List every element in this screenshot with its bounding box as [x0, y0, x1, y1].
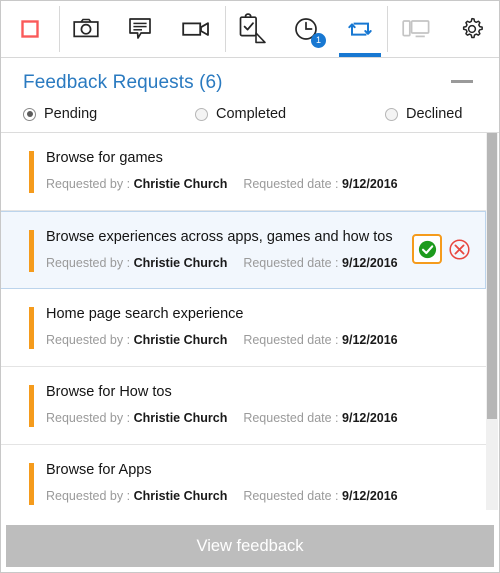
- requested-by-label: Requested by :: [46, 177, 131, 191]
- toolbar-group-capture: [59, 1, 225, 57]
- stop-recording-button[interactable]: [1, 1, 59, 57]
- camera-icon: [73, 18, 99, 38]
- requested-by-value: Christie Church: [133, 333, 228, 347]
- radio-mark-icon: [195, 107, 208, 121]
- feedback-requests-window: 1 Feedback Requests (6) Pending Complete…: [0, 0, 500, 573]
- status-filter-group: Pending Completed Declined: [1, 94, 499, 132]
- requested-by-value: Christie Church: [133, 411, 228, 425]
- list-item-body: Browse for Apps Requested by : Christie …: [29, 461, 486, 504]
- toolbar-group-recording: [1, 1, 59, 57]
- devices-button: [387, 1, 445, 57]
- list-item-actions: [412, 234, 473, 264]
- history-badge: 1: [311, 33, 326, 48]
- list-item[interactable]: Browse experiences across apps, games an…: [1, 211, 486, 289]
- requested-date-label: Requested date :: [243, 256, 339, 270]
- settings-button[interactable]: [445, 1, 499, 57]
- priority-bar-icon: [29, 307, 34, 349]
- view-feedback-button[interactable]: View feedback: [6, 525, 494, 567]
- record-video-button[interactable]: [167, 1, 225, 57]
- priority-bar-icon: [29, 463, 34, 505]
- screenshot-button[interactable]: [59, 1, 113, 57]
- stop-recording-icon: [21, 20, 39, 38]
- feedback-request-list-inner: Browse for games Requested by : Christie…: [1, 133, 486, 510]
- panel-header: Feedback Requests (6): [1, 58, 499, 94]
- decline-request-button[interactable]: [445, 235, 473, 263]
- list-item[interactable]: Home page search experience Requested by…: [1, 289, 486, 367]
- requested-date-value: 9/12/2016: [342, 411, 398, 425]
- filter-radio-completed[interactable]: Completed: [195, 106, 385, 122]
- list-item-title: Browse for How tos: [46, 384, 172, 400]
- feedback-request-icon: [348, 22, 372, 36]
- list-item[interactable]: Browse for How tos Requested by : Christ…: [1, 367, 486, 445]
- requested-by-value: Christie Church: [133, 256, 228, 270]
- filter-label-declined: Declined: [406, 106, 463, 122]
- list-item-meta: Requested by : Christie Church Requested…: [46, 488, 486, 504]
- comment-icon: [129, 18, 151, 39]
- requested-date-value: 9/12/2016: [342, 333, 398, 347]
- requested-by-label: Requested by :: [46, 411, 131, 425]
- devices-icon: [402, 20, 430, 38]
- requested-date-label: Requested date :: [243, 333, 339, 347]
- toolbar-group-system: [387, 1, 499, 57]
- list-item-title: Browse for games: [46, 150, 163, 166]
- requested-by-label: Requested by :: [46, 333, 131, 347]
- priority-bar-icon: [29, 385, 34, 427]
- radio-mark-icon: [23, 107, 36, 121]
- list-item-title: Browse for Apps: [46, 462, 152, 478]
- filter-label-pending: Pending: [44, 106, 98, 122]
- requested-by-label: Requested by :: [46, 489, 131, 503]
- requested-date-value: 9/12/2016: [342, 489, 398, 503]
- requested-date-value: 9/12/2016: [342, 256, 398, 270]
- check-circle-icon: [418, 240, 436, 258]
- accept-request-button[interactable]: [412, 234, 442, 264]
- priority-bar-icon: [29, 151, 34, 193]
- requested-date-label: Requested date :: [243, 489, 339, 503]
- video-camera-icon: [182, 22, 209, 36]
- feedback-requests-button[interactable]: [333, 1, 387, 57]
- requested-date-label: Requested date :: [243, 177, 339, 191]
- history-button[interactable]: 1: [279, 1, 333, 57]
- tasks-button[interactable]: [225, 1, 279, 57]
- clipboard-check-icon: [239, 13, 266, 44]
- x-circle-icon: [448, 238, 470, 260]
- list-item[interactable]: Browse for games Requested by : Christie…: [1, 133, 486, 211]
- list-item[interactable]: Browse for Apps Requested by : Christie …: [1, 445, 486, 510]
- list-scrollbar-thumb[interactable]: [487, 133, 497, 419]
- filter-label-completed: Completed: [216, 106, 287, 122]
- collapse-panel-button[interactable]: [451, 80, 473, 83]
- gear-icon: [462, 17, 483, 39]
- page-title: Feedback Requests (6): [23, 72, 223, 93]
- priority-bar-icon: [29, 230, 34, 272]
- main-toolbar: 1: [1, 1, 499, 58]
- requested-by-value: Christie Church: [133, 489, 228, 503]
- comment-button[interactable]: [113, 1, 167, 57]
- requested-date-value: 9/12/2016: [342, 177, 398, 191]
- list-item-title: Home page search experience: [46, 306, 244, 322]
- feedback-request-list: Browse for games Requested by : Christie…: [1, 132, 499, 510]
- filter-radio-declined[interactable]: Declined: [385, 106, 462, 122]
- filter-radio-pending[interactable]: Pending: [23, 106, 195, 122]
- requested-by-label: Requested by :: [46, 256, 131, 270]
- list-item-meta: Requested by : Christie Church Requested…: [46, 176, 486, 192]
- requested-date-label: Requested date :: [243, 411, 339, 425]
- list-item-body: Browse for games Requested by : Christie…: [29, 149, 486, 192]
- requested-by-value: Christie Church: [133, 177, 228, 191]
- list-item-meta: Requested by : Christie Church Requested…: [46, 332, 486, 348]
- toolbar-group-tasks: 1: [225, 1, 387, 57]
- list-item-body: Home page search experience Requested by…: [29, 305, 486, 348]
- list-scrollbar[interactable]: [486, 133, 498, 510]
- radio-mark-icon: [385, 107, 398, 121]
- list-item-meta: Requested by : Christie Church Requested…: [46, 410, 486, 426]
- list-item-body: Browse for How tos Requested by : Christ…: [29, 383, 486, 426]
